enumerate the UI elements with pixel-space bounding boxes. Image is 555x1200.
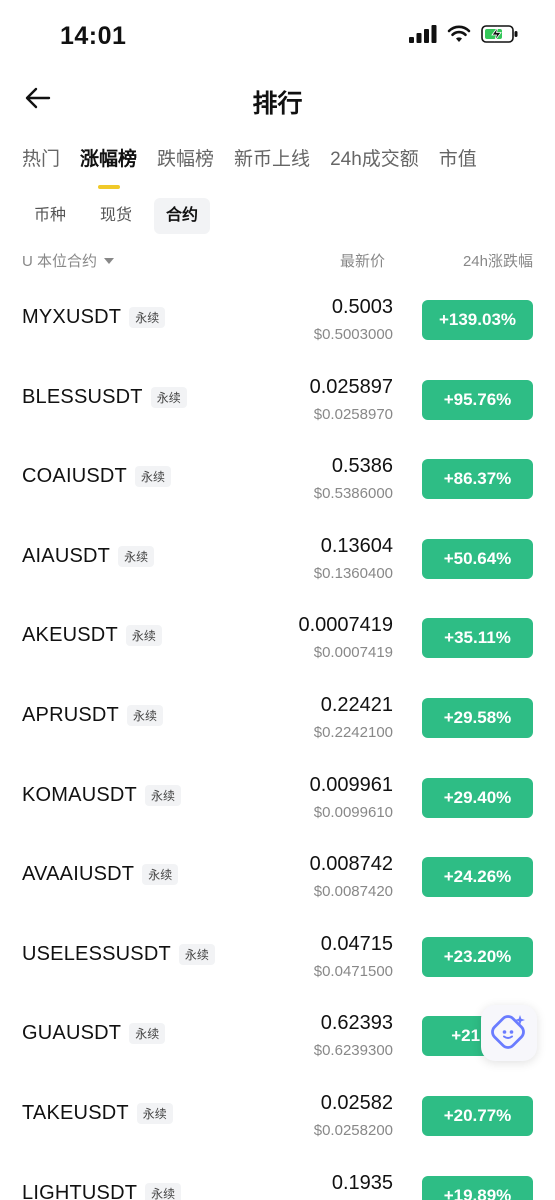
tab-hot[interactable]: 热门 <box>22 140 60 180</box>
table-row[interactable]: USELESSUSDT 永续 0.04715 $0.0471500 +23.20% <box>0 917 555 997</box>
fiat-price: $0.0007419 <box>313 644 393 662</box>
battery-icon <box>481 24 519 49</box>
last-price: 0.0007419 <box>298 614 393 637</box>
symbol: APRUSDT <box>22 703 119 726</box>
fiat-price: $0.5386000 <box>313 485 393 503</box>
perpetual-tag: 永续 <box>142 864 179 886</box>
change-24h-header[interactable]: 24h涨跌幅 <box>463 250 533 271</box>
sub-tabs: 币种 现货 合约 <box>22 198 211 236</box>
symbol: BLESSUSDT <box>22 385 143 408</box>
tab-losers[interactable]: 跌幅榜 <box>157 140 214 180</box>
fiat-price: $0.0099610 <box>313 803 393 821</box>
table-row[interactable]: AIAUSDT 永续 0.13604 $0.1360400 +50.64% <box>0 519 555 599</box>
table-row[interactable]: LIGHTUSDT 永续 0.1935 +19.89% <box>0 1156 555 1200</box>
change-badge[interactable]: +23.20% <box>422 936 533 977</box>
symbol: COAIUSDT <box>22 465 127 488</box>
assistant-float-button[interactable] <box>481 1005 537 1061</box>
perpetual-tag: 永续 <box>125 625 162 647</box>
symbol: MYXUSDT <box>22 306 122 328</box>
symbol: KOMAUSDT <box>22 783 137 806</box>
table-row[interactable]: TAKEUSDT 永续 0.02582 $0.0258200 +20.77% <box>0 1076 555 1156</box>
last-price: 0.5386 <box>331 455 393 478</box>
fiat-price: $0.2242100 <box>313 723 393 741</box>
subtab-coin[interactable]: 币种 <box>22 198 78 234</box>
table-row[interactable]: KOMAUSDT 永续 0.009961 $0.0099610 +29.40% <box>0 758 555 838</box>
fiat-price: $0.6239300 <box>313 1042 393 1060</box>
change-badge[interactable]: +139.03% <box>422 300 533 340</box>
change-badge[interactable]: +50.64% <box>422 538 533 579</box>
fiat-price: $0.5003000 <box>313 326 393 343</box>
contract-type-label: U 本位合约 <box>22 253 98 270</box>
perpetual-tag: 永续 <box>178 943 215 965</box>
change-badge[interactable]: +19.89% <box>422 1175 533 1200</box>
ranking-list: MYXUSDT 永续 0.5003 $0.5003000 +139.03% BLE… <box>0 280 555 1200</box>
symbol: AKEUSDT <box>22 624 118 647</box>
symbol: AIAUSDT <box>22 544 111 567</box>
last-price: 0.5003 <box>331 296 393 318</box>
perpetual-tag: 永续 <box>118 545 155 567</box>
header: 排行 <box>0 72 555 128</box>
last-price: 0.13604 <box>320 534 393 557</box>
contract-type-dropdown[interactable]: U 本位合约 <box>22 250 115 271</box>
wifi-icon <box>447 25 471 48</box>
perpetual-tag: 永续 <box>136 1102 173 1124</box>
symbol: AVAAIUSDT <box>22 863 135 886</box>
change-badge[interactable]: +95.76% <box>422 379 533 420</box>
change-badge[interactable]: +29.40% <box>422 777 533 818</box>
last-price: 0.1935 <box>331 1171 393 1194</box>
status-time: 14:01 <box>60 22 127 50</box>
perpetual-tag: 永续 <box>126 704 163 726</box>
fiat-price: $0.0471500 <box>313 962 393 980</box>
change-badge[interactable]: +35.11% <box>422 618 533 659</box>
symbol: TAKEUSDT <box>22 1101 129 1124</box>
column-headers: U 本位合约 最新价 24h涨跌幅 <box>0 246 555 274</box>
last-price: 0.62393 <box>320 1012 393 1035</box>
latest-price-header[interactable]: 最新价 <box>340 250 385 271</box>
perpetual-tag: 永续 <box>134 466 171 488</box>
perpetual-tag: 永续 <box>145 1182 182 1200</box>
change-badge[interactable]: +20.77% <box>422 1095 533 1136</box>
perpetual-tag: 永续 <box>150 386 187 408</box>
last-price: 0.008742 <box>309 853 393 876</box>
change-badge[interactable]: +24.26% <box>422 857 533 898</box>
fiat-price: $0.0258970 <box>313 405 393 423</box>
symbol: USELESSUSDT <box>22 942 171 965</box>
table-row[interactable]: BLESSUSDT 永续 0.025897 $0.0258970 +95.76% <box>0 360 555 440</box>
subtab-futures[interactable]: 合约 <box>154 198 211 234</box>
fiat-price: $0.1360400 <box>313 564 393 582</box>
symbol: GUAUSDT <box>22 1022 122 1045</box>
subtab-spot[interactable]: 现货 <box>88 198 144 234</box>
table-row[interactable]: COAIUSDT 永续 0.5386 $0.5386000 +86.37% <box>0 439 555 519</box>
tab-24h-volume[interactable]: 24h成交额 <box>330 140 419 180</box>
last-price: 0.22421 <box>320 693 393 716</box>
table-row[interactable]: AVAAIUSDT 永续 0.008742 $0.0087420 +24.26% <box>0 837 555 917</box>
tab-gainers[interactable]: 涨幅榜 <box>80 140 137 180</box>
fiat-price: $0.0087420 <box>313 883 393 901</box>
perpetual-tag: 永续 <box>129 1023 166 1045</box>
last-price: 0.04715 <box>320 932 393 955</box>
status-bar: 14:01 <box>0 0 555 72</box>
tab-new-listings[interactable]: 新币上线 <box>234 140 310 180</box>
fiat-price: $0.0258200 <box>313 1121 393 1139</box>
change-badge[interactable]: +29.58% <box>422 697 533 738</box>
perpetual-tag: 永续 <box>129 307 166 328</box>
table-row[interactable]: APRUSDT 永续 0.22421 $0.2242100 +29.58% <box>0 678 555 758</box>
tab-market-cap[interactable]: 市值 <box>439 140 477 180</box>
main-tabs: 热门 涨幅榜 跌幅榜 新币上线 24h成交额 市值 <box>0 140 555 194</box>
perpetual-tag: 永续 <box>144 784 181 806</box>
page-title: 排行 <box>252 90 303 118</box>
table-row[interactable]: MYXUSDT 永续 0.5003 $0.5003000 +139.03% <box>0 280 555 360</box>
last-price: 0.025897 <box>309 375 393 398</box>
table-row[interactable]: AKEUSDT 永续 0.0007419 $0.0007419 +35.11% <box>0 598 555 678</box>
signal-icon <box>409 25 437 48</box>
caret-down-icon <box>103 252 115 269</box>
table-row[interactable]: GUAUSDT 永续 0.62393 $0.6239300 +21.__ <box>0 996 555 1076</box>
last-price: 0.009961 <box>309 773 393 796</box>
change-badge[interactable]: +86.37% <box>422 459 533 500</box>
sparkle-face-icon <box>489 1011 529 1056</box>
last-price: 0.02582 <box>320 1091 393 1114</box>
symbol: LIGHTUSDT <box>22 1181 138 1200</box>
status-icons <box>409 24 519 49</box>
